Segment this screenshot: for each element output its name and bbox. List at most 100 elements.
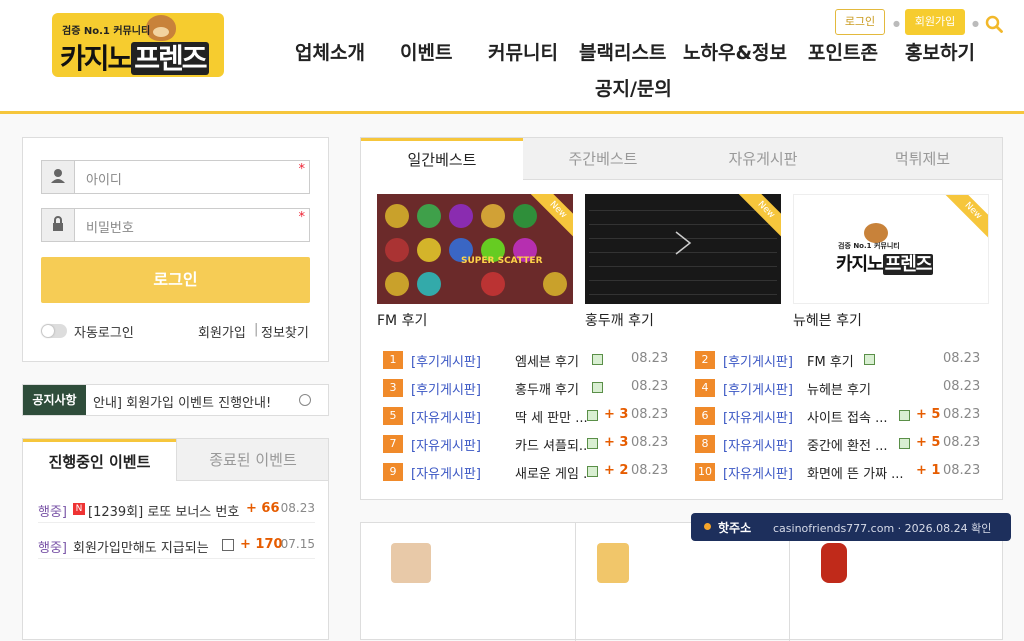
auto-login-toggle[interactable]	[41, 324, 67, 338]
partner-image[interactable]	[821, 543, 847, 583]
logo-name-part1: 카지노	[836, 254, 884, 275]
partner-image[interactable]	[597, 543, 629, 583]
post-category[interactable]: [자유게시판]	[411, 463, 481, 482]
post-row[interactable]: 9 [자유게시판] 새로운 게임 ... + 2 08.23	[383, 461, 673, 483]
tab-daily-best[interactable]: 일간베스트	[361, 138, 523, 180]
post-row[interactable]: 8 [자유게시판] 중간에 환전 ... + 5 08.23	[695, 433, 985, 455]
event-row[interactable]: 행중] 회원가입만해도 지급되는 + 170 07.15	[38, 531, 315, 559]
thumbnail-caption[interactable]: FM 후기	[377, 310, 427, 330]
image-icon	[587, 466, 598, 477]
logo-name: 카지노 프렌즈	[60, 37, 209, 77]
thumbnail-hongdukke-review[interactable]: New	[585, 194, 781, 304]
bear-mascot-icon	[864, 223, 888, 243]
notice-text[interactable]: 안내] 회원가입 이벤트 진행안내!	[93, 392, 298, 411]
top-login-button[interactable]: 로그인	[835, 9, 885, 35]
post-category[interactable]: [자유게시판]	[411, 407, 481, 426]
pause-icon[interactable]	[299, 394, 311, 406]
nav-item-promo[interactable]: 홍보하기	[905, 38, 975, 65]
post-row[interactable]: 3 [후기게시판] 홍두깨 후기 08.23	[383, 377, 673, 399]
post-category[interactable]: [후기게시판]	[723, 351, 793, 370]
rank-number: 3	[383, 379, 403, 397]
rank-number: 7	[383, 435, 403, 453]
hot-address-bar[interactable]: 핫주소 casinofriends777.com · 2026.08.24 확인	[691, 513, 1011, 541]
tab-scam-report[interactable]: 먹튀제보	[843, 138, 1002, 180]
logo-name-part2: 프렌즈	[882, 254, 934, 275]
tab-free-board[interactable]: 자유게시판	[683, 138, 843, 180]
nav-item-company[interactable]: 업체소개	[295, 38, 365, 65]
tab-weekly-best[interactable]: 주간베스트	[523, 138, 683, 180]
site-logo[interactable]: 검증 No.1 커뮤니티 카지노 프렌즈	[52, 13, 224, 77]
site-header: 검증 No.1 커뮤니티 카지노 프렌즈 업체소개 이벤트 커뮤니티 블랙리스트 …	[0, 0, 1024, 114]
post-date: 08.23	[943, 435, 981, 450]
image-icon	[864, 354, 875, 365]
post-category[interactable]: [자유게시판]	[723, 435, 793, 454]
post-category[interactable]: [자유게시판]	[723, 407, 793, 426]
post-category[interactable]: [후기게시판]	[411, 351, 481, 370]
required-mark: *	[298, 162, 306, 177]
post-row[interactable]: 2 [후기게시판] FM 후기 08.23	[695, 349, 985, 371]
nav-item-notice[interactable]: 공지/문의	[595, 74, 672, 101]
post-date: 08.23	[943, 407, 981, 422]
login-panel: 아이디 * 비밀번호 * 로그인 자동로그인 회원가입 | 정보찾기	[22, 137, 329, 362]
post-row[interactable]: 5 [자유게시판] 딱 세 판만 ... + 3 08.23	[383, 405, 673, 427]
post-category[interactable]: [자유게시판]	[411, 435, 481, 454]
thumbnail-caption[interactable]: 뉴헤븐 후기	[793, 310, 862, 330]
post-row[interactable]: 4 [후기게시판] 뉴헤븐 후기 08.23	[695, 377, 985, 399]
post-category[interactable]: [자유게시판]	[723, 463, 793, 482]
post-title[interactable]: 카드 셔플되...	[515, 435, 587, 454]
tab-ongoing-events[interactable]: 진행중인 이벤트	[23, 439, 176, 481]
login-button[interactable]: 로그인	[41, 257, 310, 303]
username-field[interactable]: 아이디 *	[41, 160, 310, 194]
logo-name: 카지노 프렌즈	[836, 250, 934, 276]
post-title[interactable]: 새로운 게임 ...	[515, 463, 587, 482]
post-row[interactable]: 10 [자유게시판] 화면에 뜬 가짜 ... + 1 08.23	[695, 461, 985, 483]
nav-item-points[interactable]: 포인트존	[808, 38, 878, 65]
link-separator: |	[254, 322, 259, 337]
post-row[interactable]: 1 [후기게시판] 엠세븐 후기 08.23	[383, 349, 673, 371]
thumbnail-caption[interactable]: 홍두깨 후기	[585, 310, 654, 330]
comment-count: + 3	[604, 407, 629, 422]
thumbnail-fm-review[interactable]: SUPER SCATTER New	[377, 194, 573, 304]
rank-number: 2	[695, 351, 715, 369]
find-account-link[interactable]: 정보찾기	[261, 322, 309, 341]
post-date: 08.23	[631, 351, 669, 366]
new-ribbon: New	[942, 195, 988, 242]
event-status-tag: 행중]	[38, 541, 67, 556]
join-link[interactable]: 회원가입	[198, 322, 246, 341]
tab-ended-events[interactable]: 종료된 이벤트	[176, 439, 328, 481]
post-title[interactable]: 화면에 뜬 가짜 ...	[807, 463, 911, 482]
partner-image[interactable]	[391, 543, 431, 583]
status-dot-icon	[704, 523, 711, 530]
nav-item-community[interactable]: 커뮤니티	[488, 38, 558, 65]
nav-item-knowhow[interactable]: 노하우&정보	[683, 38, 787, 65]
comment-count: + 3	[604, 435, 629, 450]
auto-login-label[interactable]: 자동로그인	[74, 322, 134, 341]
post-title[interactable]: 홍두깨 후기	[515, 379, 579, 398]
post-title[interactable]: 중간에 환전 ...	[807, 435, 895, 454]
post-category[interactable]: [후기게시판]	[723, 379, 793, 398]
event-title[interactable]: [1239회] 로또 보너스 번호	[88, 501, 240, 520]
thumbnail-newheaven-review[interactable]: 검증 No.1 커뮤니티 카지노 프렌즈 New	[793, 194, 989, 304]
scatter-label: SUPER SCATTER	[461, 256, 543, 266]
lock-icon	[42, 209, 75, 241]
post-title[interactable]: 뉴헤븐 후기	[807, 379, 871, 398]
post-date: 08.23	[943, 379, 981, 394]
post-title[interactable]: 딱 세 판만 ...	[515, 407, 587, 426]
nav-item-blacklist[interactable]: 블랙리스트	[579, 38, 666, 65]
post-title[interactable]: FM 후기	[807, 351, 854, 370]
event-row[interactable]: 행중] N [1239회] 로또 보너스 번호 + 66 08.23	[38, 495, 315, 523]
password-field[interactable]: 비밀번호 *	[41, 208, 310, 242]
post-date: 08.23	[943, 463, 981, 478]
post-category[interactable]: [후기게시판]	[411, 379, 481, 398]
top-join-button[interactable]: 회원가입	[905, 9, 965, 35]
image-icon	[587, 438, 598, 449]
hot-address-value[interactable]: casinofriends777.com · 2026.08.24 확인	[773, 520, 991, 536]
post-title[interactable]: 엠세븐 후기	[515, 351, 579, 370]
nav-item-events[interactable]: 이벤트	[400, 38, 452, 65]
event-title[interactable]: 회원가입만해도 지급되는	[73, 537, 213, 556]
rank-number: 9	[383, 463, 403, 481]
post-row[interactable]: 6 [자유게시판] 사이트 접속 ... + 5 08.23	[695, 405, 985, 427]
post-title[interactable]: 사이트 접속 ...	[807, 407, 895, 426]
search-icon[interactable]	[985, 15, 1003, 33]
post-row[interactable]: 7 [자유게시판] 카드 셔플되... + 3 08.23	[383, 433, 673, 455]
